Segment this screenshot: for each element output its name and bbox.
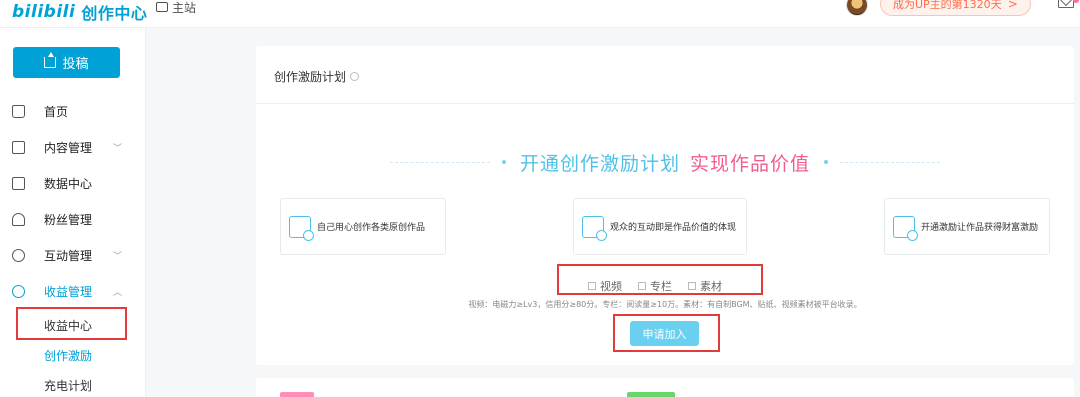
- slogan: 开通创作激励计划 实现作品价值: [256, 150, 1074, 175]
- announcement-strip: [256, 378, 1074, 397]
- home-icon: [12, 104, 25, 118]
- top-bar: bilibili 创作中心 主站 成为UP主的第1320天 >: [0, 0, 1080, 28]
- feature-label: 开通激励让作品获得财富激励: [921, 223, 1039, 233]
- chevron-right-icon: >: [1007, 0, 1018, 11]
- sidebar-subitem-charging-plan[interactable]: 充电计划: [44, 376, 92, 394]
- announcement-tag: [280, 392, 314, 397]
- upload-icon: [44, 52, 57, 68]
- upload-button[interactable]: 投稿: [13, 47, 120, 78]
- sidebar-item-revenue[interactable]: 收益管理 ︿: [0, 279, 146, 303]
- slogan-part2: 实现作品价值: [690, 152, 811, 175]
- tv-icon: [156, 2, 168, 12]
- sidebar-item-interaction[interactable]: 互动管理 ﹀: [0, 243, 146, 267]
- logo[interactable]: bilibili 创作中心: [12, 0, 147, 24]
- sidebar-item-content[interactable]: 内容管理 ﹀: [0, 135, 146, 159]
- logo-brand: bilibili: [12, 2, 76, 22]
- dot-decoration: [501, 160, 506, 164]
- feature-card: 观众的互动即是作品价值的体现: [573, 198, 747, 255]
- sidebar: 投稿 首页 内容管理 ﹀ 数据中心 粉丝管理 互动管理 ﹀ 收益管理 ︿ 收益中…: [0, 28, 146, 397]
- divider: [389, 161, 490, 163]
- avatar[interactable]: [846, 0, 868, 16]
- divider: [840, 161, 941, 163]
- sidebar-item-fans[interactable]: 粉丝管理: [0, 207, 146, 231]
- announcement-tag: [627, 392, 675, 397]
- highlight-box: [557, 264, 763, 295]
- sidebar-item-home[interactable]: 首页: [0, 99, 146, 123]
- sidebar-item-label: 首页: [44, 104, 69, 119]
- requirement-note: 视频：电磁力≥Lv3，信用分≥80分。专栏：阅读量≥10万。素材：有自制BGM、…: [468, 300, 862, 309]
- chevron-down-icon: ﹀: [113, 143, 123, 154]
- money-bag-icon: [12, 284, 25, 298]
- up-days-badge[interactable]: 成为UP主的第1320天 >: [880, 0, 1031, 16]
- sidebar-item-label: 内容管理: [44, 140, 93, 155]
- original-work-icon: [289, 215, 314, 241]
- highlight-box: [16, 307, 127, 340]
- chart-icon: [12, 176, 25, 190]
- sidebar-item-label: 粉丝管理: [44, 212, 93, 227]
- feature-card: 自己用心创作各类原创作品: [280, 198, 446, 255]
- main-site-label: 主站: [172, 0, 197, 15]
- sidebar-item-data[interactable]: 数据中心: [0, 171, 146, 195]
- info-icon[interactable]: [350, 72, 360, 81]
- slogan-part1: 开通创作激励计划: [519, 152, 680, 175]
- chevron-down-icon: ﹀: [113, 251, 123, 262]
- chevron-up-icon: ︿: [113, 287, 123, 298]
- interaction-icon: [582, 215, 607, 241]
- highlight-box: [613, 314, 720, 352]
- card-header: 创作激励计划: [256, 46, 1074, 104]
- feature-label: 自己用心创作各类原创作品: [317, 223, 426, 233]
- notification-dot: [1073, 0, 1079, 3]
- chat-icon: [12, 248, 25, 262]
- upload-label: 投稿: [62, 57, 89, 72]
- logo-subtitle: 创作中心: [81, 4, 148, 23]
- user-icon: [12, 212, 25, 226]
- card-title: 创作激励计划: [274, 68, 360, 85]
- sidebar-item-label: 数据中心: [44, 176, 93, 191]
- sidebar-item-label: 互动管理: [44, 248, 93, 263]
- feature-card: 开通激励让作品获得财富激励: [884, 198, 1050, 255]
- document-icon: [12, 140, 25, 154]
- mail-icon[interactable]: [1058, 0, 1074, 8]
- main-site-link[interactable]: 主站: [156, 0, 197, 15]
- dot-decoration: [824, 160, 829, 164]
- wealth-icon: [893, 215, 918, 241]
- sidebar-subitem-creation-incentive[interactable]: 创作激励: [44, 346, 92, 364]
- card-title-text: 创作激励计划: [274, 70, 347, 84]
- up-days-text: 成为UP主的第1320天: [893, 0, 1002, 11]
- feature-label: 观众的互动即是作品价值的体现: [610, 223, 737, 233]
- sidebar-item-label: 收益管理: [44, 284, 93, 299]
